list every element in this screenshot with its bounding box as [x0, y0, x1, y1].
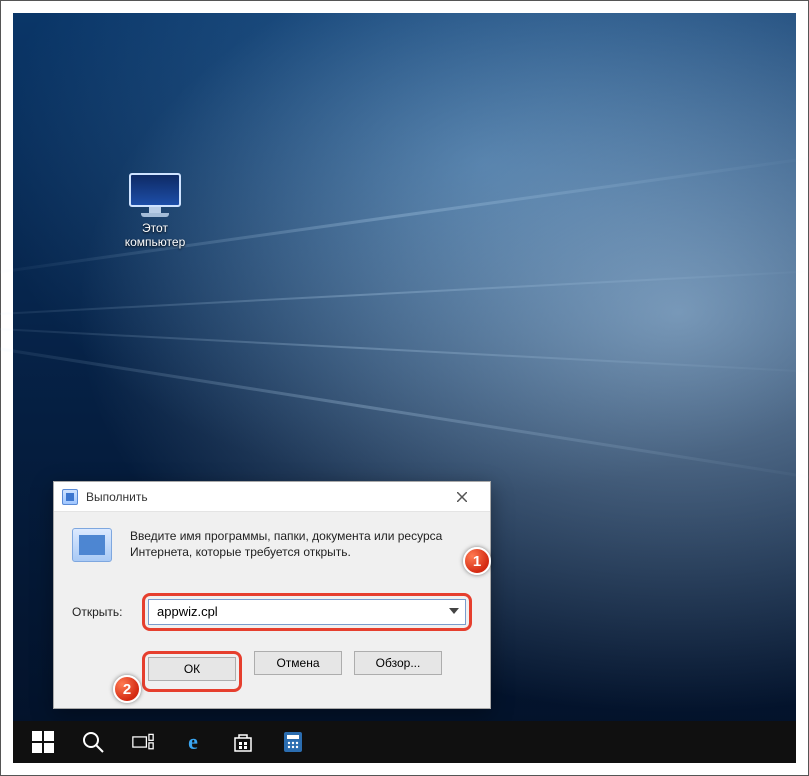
- close-button[interactable]: [442, 486, 482, 508]
- open-label: Открыть:: [72, 605, 142, 619]
- desktop-icon-label: Этот компьютер: [113, 221, 197, 249]
- edge-icon: e: [188, 729, 198, 755]
- run-large-icon: [72, 528, 112, 562]
- run-description: Введите имя программы, папки, документа …: [130, 528, 472, 567]
- annotation-highlight-input: [142, 593, 472, 631]
- desktop-icon-this-pc[interactable]: Этот компьютер: [113, 173, 197, 249]
- start-button[interactable]: [19, 721, 67, 763]
- run-dialog: Выполнить Введите имя программы, папки, …: [53, 481, 491, 709]
- cancel-button[interactable]: Отмена: [254, 651, 342, 675]
- run-icon: [62, 489, 78, 505]
- open-input[interactable]: [148, 599, 466, 625]
- calculator-button[interactable]: [269, 721, 317, 763]
- annotation-badge-1: 1: [463, 547, 491, 575]
- desktop[interactable]: Этот компьютер Выполнить Введите имя про…: [13, 13, 796, 763]
- task-view-button[interactable]: [119, 721, 167, 763]
- annotation-badge-2: 2: [113, 675, 141, 703]
- decor-ray: [0, 268, 809, 322]
- computer-icon: [127, 173, 183, 215]
- edge-button[interactable]: e: [169, 721, 217, 763]
- browse-button[interactable]: Обзор...: [354, 651, 442, 675]
- taskbar: e: [13, 721, 796, 763]
- search-button[interactable]: [69, 721, 117, 763]
- annotation-highlight-ok: ОК: [142, 651, 242, 692]
- run-titlebar[interactable]: Выполнить: [54, 482, 490, 512]
- run-title: Выполнить: [86, 490, 442, 504]
- ok-button[interactable]: ОК: [148, 657, 236, 681]
- chevron-down-icon[interactable]: [449, 603, 459, 621]
- store-button[interactable]: [219, 721, 267, 763]
